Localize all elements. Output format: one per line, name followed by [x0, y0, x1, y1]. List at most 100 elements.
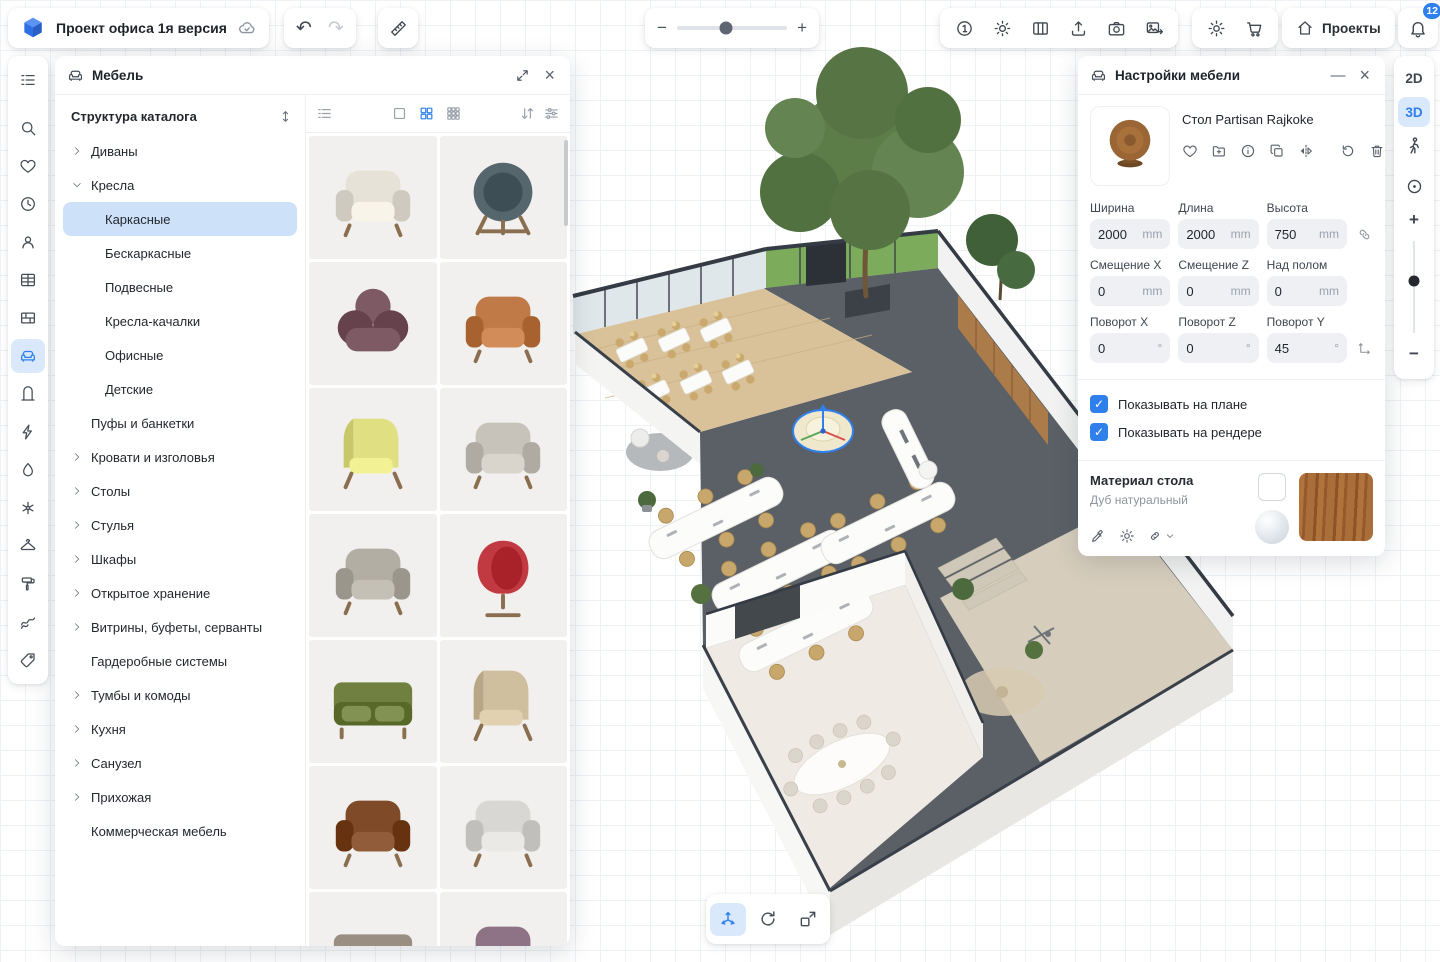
- catalog-tree-item[interactable]: Шкафы: [63, 542, 297, 576]
- sort-icon[interactable]: [519, 105, 536, 122]
- dimension-input[interactable]: 2000mm: [1178, 219, 1258, 249]
- app-logo-icon[interactable]: [20, 15, 46, 41]
- toggle-row[interactable]: ✓Показывать на рендере: [1090, 418, 1373, 446]
- sidebar-item-heart[interactable]: [11, 149, 45, 183]
- sidebar-item-flower[interactable]: [11, 491, 45, 525]
- checkbox-checked-icon[interactable]: ✓: [1090, 423, 1108, 441]
- view-single-icon[interactable]: [391, 105, 408, 122]
- zoom-in-button[interactable]: +: [797, 18, 807, 38]
- close-inspector-button[interactable]: ×: [1356, 65, 1373, 86]
- collapse-all-icon[interactable]: [278, 109, 293, 124]
- product-thumbnail[interactable]: [440, 388, 568, 511]
- catalog-tree-item[interactable]: Кухня: [63, 712, 297, 746]
- dimension-input[interactable]: 750mm: [1267, 219, 1347, 249]
- rotation-input[interactable]: 0°: [1090, 333, 1170, 363]
- save-to-collection-icon[interactable]: [1211, 143, 1227, 159]
- sidebar-item-roller[interactable]: [11, 567, 45, 601]
- catalog-tree-item[interactable]: Кровати и изголовья: [63, 440, 297, 474]
- catalog-tree-item[interactable]: Открытое хранение: [63, 576, 297, 610]
- view-grid-medium-icon[interactable]: [418, 105, 435, 122]
- product-thumbnail[interactable]: [309, 892, 437, 946]
- catalog-tree-item[interactable]: Диваны: [63, 134, 297, 168]
- duplicate-icon[interactable]: [1269, 143, 1285, 159]
- daylight-button[interactable]: [984, 12, 1020, 44]
- catalog-tree-item[interactable]: Санузел: [63, 746, 297, 780]
- sidebar-item-tag[interactable]: [11, 643, 45, 677]
- zoom-slider[interactable]: [677, 26, 787, 30]
- zoom-out-rail-button[interactable]: −: [1398, 339, 1430, 369]
- undo-button[interactable]: ↶: [296, 17, 312, 40]
- sidebar-item-drop[interactable]: [11, 453, 45, 487]
- sidebar-item-search[interactable]: [11, 111, 45, 145]
- notifications-card[interactable]: 12: [1398, 8, 1438, 48]
- product-thumbnail[interactable]: [440, 136, 568, 259]
- projects-card[interactable]: Проекты: [1282, 8, 1395, 48]
- catalog-tree-item[interactable]: Прихожая: [63, 780, 297, 814]
- cloud-sync-icon[interactable]: [237, 18, 257, 38]
- rotate-tool-button[interactable]: [750, 903, 786, 936]
- catalog-tree-item[interactable]: Бескаркасные: [63, 236, 297, 270]
- mode-3d-button[interactable]: 3D: [1398, 97, 1430, 127]
- settings-button[interactable]: [1198, 12, 1234, 44]
- sidebar-item-sofa[interactable]: [11, 339, 45, 373]
- checkbox-checked-icon[interactable]: ✓: [1090, 395, 1108, 413]
- mode-2d-button[interactable]: 2D: [1398, 63, 1430, 93]
- catalog-tree-item[interactable]: Витрины, буфеты, серванты: [63, 610, 297, 644]
- material-settings-icon[interactable]: [1119, 528, 1135, 544]
- favorite-icon[interactable]: [1182, 143, 1198, 159]
- ruler-icon[interactable]: [389, 19, 408, 38]
- slider-handle[interactable]: [1409, 276, 1420, 287]
- offset-input[interactable]: 0mm: [1267, 276, 1347, 306]
- catalog-tree-item[interactable]: Каркасные: [63, 202, 297, 236]
- catalog-tree-item[interactable]: Офисные: [63, 338, 297, 372]
- offset-input[interactable]: 0mm: [1090, 276, 1170, 306]
- catalog-tree-item[interactable]: Кресла: [63, 168, 297, 202]
- sidebar-item-hanger[interactable]: [11, 529, 45, 563]
- toggle-row[interactable]: ✓Показывать на плане: [1090, 390, 1373, 418]
- delete-icon[interactable]: [1369, 143, 1385, 159]
- info-icon[interactable]: [1240, 143, 1256, 159]
- product-thumbnail[interactable]: [309, 514, 437, 637]
- sidebar-item-squiggle[interactable]: [11, 605, 45, 639]
- sidebar-item-blocks[interactable]: [11, 301, 45, 335]
- close-panel-button[interactable]: ×: [541, 65, 558, 86]
- sidebar-item-grid-cells[interactable]: [11, 263, 45, 297]
- product-thumbnail[interactable]: [309, 388, 437, 511]
- product-thumbnail[interactable]: [309, 766, 437, 889]
- swap-axes-icon[interactable]: [1357, 341, 1372, 356]
- move-tool-button[interactable]: [710, 903, 746, 936]
- cart-button[interactable]: [1236, 12, 1272, 44]
- minimize-button[interactable]: —: [1327, 67, 1348, 84]
- rotation-input[interactable]: 0°: [1178, 333, 1258, 363]
- camera-zoom-slider[interactable]: [1398, 241, 1430, 333]
- reset-icon[interactable]: [1340, 143, 1356, 159]
- catalog-tree-item[interactable]: Стулья: [63, 508, 297, 542]
- catalog-tree-item[interactable]: Гардеробные системы: [63, 644, 297, 678]
- export-button[interactable]: [1060, 12, 1096, 44]
- sidebar-item-bolt[interactable]: [11, 415, 45, 449]
- product-thumbnail[interactable]: [440, 640, 568, 763]
- dimension-input[interactable]: 2000mm: [1090, 219, 1170, 249]
- project-title[interactable]: Проект офиса 1я версия: [56, 20, 227, 36]
- zoom-slider-dot[interactable]: [720, 22, 733, 35]
- product-thumbnail[interactable]: [309, 262, 437, 385]
- view-grid-small-icon[interactable]: [445, 105, 462, 122]
- zoom-out-button[interactable]: −: [657, 18, 667, 38]
- catalog-tree-item[interactable]: Тумбы и комоды: [63, 678, 297, 712]
- catalog-tree-item[interactable]: Подвесные: [63, 270, 297, 304]
- catalog-tree-item[interactable]: Пуфы и банкетки: [63, 406, 297, 440]
- snapshot-button[interactable]: [1098, 12, 1134, 44]
- expand-panel-icon[interactable]: [512, 68, 533, 83]
- material-preview-sphere[interactable]: [1255, 510, 1289, 544]
- scale-tool-button[interactable]: [790, 903, 826, 936]
- material-link-icon[interactable]: [1148, 529, 1175, 544]
- rotation-input[interactable]: 45°: [1267, 333, 1347, 363]
- catalog-tree-item[interactable]: Коммерческая мебель: [63, 814, 297, 848]
- catalog-tree-item[interactable]: Столы: [63, 474, 297, 508]
- product-thumbnail[interactable]: [309, 640, 437, 763]
- sidebar-item-user[interactable]: [11, 225, 45, 259]
- orbit-center-button[interactable]: [1398, 171, 1430, 201]
- zoom-in-rail-button[interactable]: +: [1398, 205, 1430, 235]
- mirror-icon[interactable]: [1298, 143, 1314, 159]
- render-image-button[interactable]: [1136, 12, 1172, 44]
